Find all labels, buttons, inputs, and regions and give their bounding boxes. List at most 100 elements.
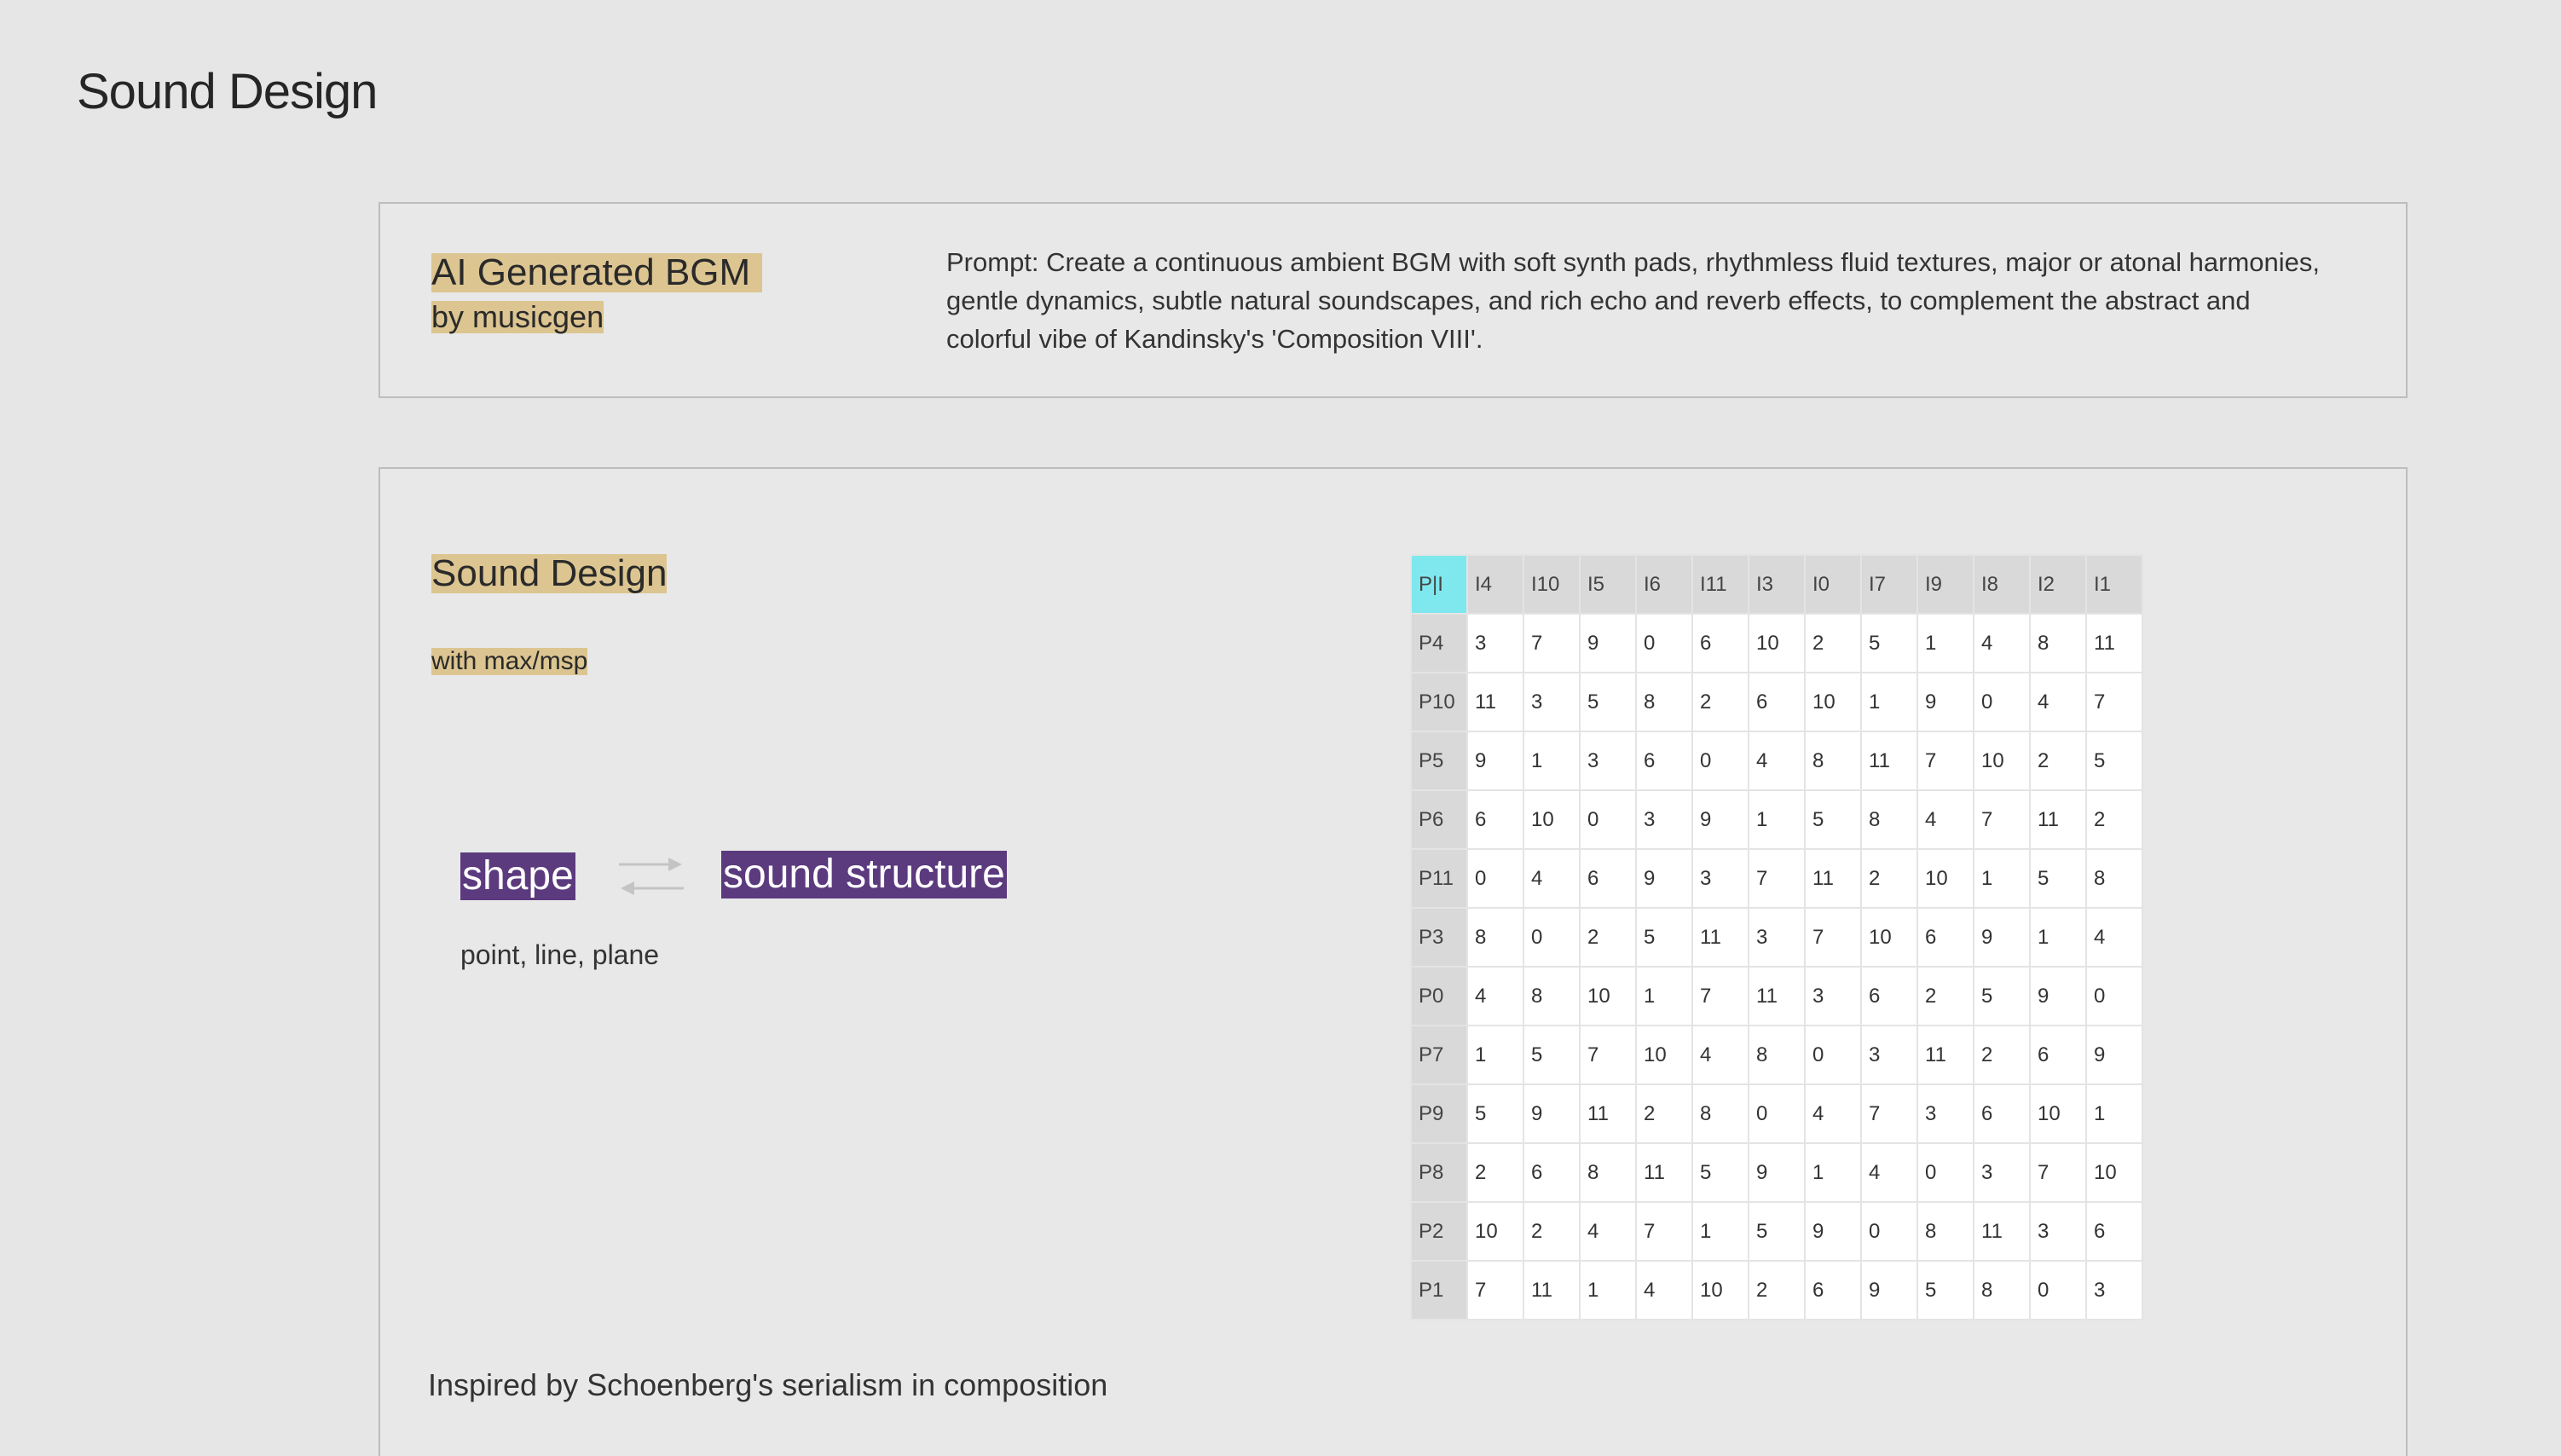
matrix-cell: 4 (1748, 731, 1806, 791)
elements-label: point, line, plane (460, 939, 660, 970)
matrix-cell: 0 (1466, 848, 1524, 909)
matrix-cell: 3 (1466, 613, 1524, 673)
matrix-cell: 7 (2085, 672, 2143, 732)
matrix-cell: 9 (1973, 907, 2031, 968)
matrix-cell: 7 (1916, 731, 1974, 791)
matrix-row: P0 4 8 10 1 7 11 3 6 2 5 9 0 (1410, 966, 2143, 1026)
matrix-column-header: I8 (1973, 554, 2031, 615)
matrix-cell: 6 (1579, 848, 1637, 909)
matrix-cell: 1 (1466, 1025, 1524, 1085)
matrix-row: P7 1 5 7 10 4 8 0 3 11 2 6 9 (1410, 1025, 2143, 1085)
matrix-cell: 0 (1973, 672, 2031, 732)
matrix-cell: 9 (2085, 1025, 2143, 1085)
matrix-cell: 7 (1466, 1260, 1524, 1320)
matrix-cell: 0 (1860, 1201, 1918, 1262)
matrix-cell: 4 (1973, 613, 2031, 673)
matrix-cell: 8 (1466, 907, 1524, 968)
matrix-cell: 5 (2029, 848, 2087, 909)
matrix-cell: 0 (1916, 1142, 1974, 1203)
matrix-cell: 7 (1635, 1201, 1693, 1262)
matrix-cell: 3 (1916, 1083, 1974, 1144)
matrix-row-header: P8 (1410, 1142, 1468, 1203)
matrix-cell: 3 (1748, 907, 1806, 968)
matrix-cell: 2 (2085, 789, 2143, 850)
matrix-cell: 8 (1860, 789, 1918, 850)
matrix-row: P9 5 9 11 2 8 0 4 7 3 6 10 1 (1410, 1083, 2143, 1144)
matrix-row: P8 2 6 8 11 5 9 1 4 0 3 7 10 (1410, 1142, 2143, 1203)
matrix-cell: 5 (1804, 789, 1862, 850)
matrix-cell: 9 (1466, 731, 1524, 791)
matrix-cell: 11 (1860, 731, 1918, 791)
matrix-row-header: P4 (1410, 613, 1468, 673)
matrix-cell: 1 (1804, 1142, 1862, 1203)
matrix-corner-cell: P|I (1410, 554, 1468, 615)
matrix-cell: 8 (2085, 848, 2143, 909)
matrix-cell: 8 (1916, 1201, 1974, 1262)
matrix-row-header: P7 (1410, 1025, 1468, 1085)
matrix-cell: 1 (1691, 1201, 1749, 1262)
matrix-cell: 5 (1579, 672, 1637, 732)
matrix-row-header: P5 (1410, 731, 1468, 791)
matrix-cell: 7 (1523, 613, 1581, 673)
matrix-cell: 8 (1523, 966, 1581, 1026)
matrix-column-header: I4 (1466, 554, 1524, 615)
matrix-cell: 10 (1579, 966, 1637, 1026)
matrix-row-header: P11 (1410, 848, 1468, 909)
matrix-cell: 10 (2085, 1142, 2143, 1203)
matrix-cell: 11 (1973, 1201, 2031, 1262)
matrix-column-header: I10 (1523, 554, 1581, 615)
matrix-cell: 1 (2085, 1083, 2143, 1144)
matrix-cell: 10 (1635, 1025, 1693, 1085)
matrix-cell: 3 (1523, 672, 1581, 732)
matrix-cell: 0 (1804, 1025, 1862, 1085)
matrix-cell: 8 (1691, 1083, 1749, 1144)
matrix-cell: 8 (1973, 1260, 2031, 1320)
matrix-cell: 10 (1748, 613, 1806, 673)
matrix-cell: 6 (1860, 966, 1918, 1026)
matrix-cell: 7 (1860, 1083, 1918, 1144)
matrix-cell: 10 (2029, 1083, 2087, 1144)
matrix-cell: 3 (1804, 966, 1862, 1026)
matrix-cell: 4 (1523, 848, 1581, 909)
matrix-column-header: I0 (1804, 554, 1862, 615)
matrix-cell: 2 (1523, 1201, 1581, 1262)
matrix-cell: 1 (1748, 789, 1806, 850)
matrix-cell: 5 (1916, 1260, 1974, 1320)
shape-chip: shape (460, 852, 575, 900)
matrix-cell: 0 (2029, 1260, 2087, 1320)
matrix-cell: 4 (1804, 1083, 1862, 1144)
matrix-cell: 6 (2029, 1025, 2087, 1085)
matrix-cell: 7 (2029, 1142, 2087, 1203)
matrix-cell: 0 (1635, 613, 1693, 673)
matrix-cell: 9 (1804, 1201, 1862, 1262)
matrix-row-header: P6 (1410, 789, 1468, 850)
matrix-cell: 10 (1466, 1201, 1524, 1262)
matrix-row: P4 3 7 9 0 6 10 2 5 1 4 8 11 (1410, 613, 2143, 673)
matrix-column-header: I1 (2085, 554, 2143, 615)
matrix-cell: 2 (1973, 1025, 2031, 1085)
matrix-cell: 2 (1804, 613, 1862, 673)
matrix-cell: 4 (1466, 966, 1524, 1026)
inspiration-note: Inspired by Schoenberg's serialism in co… (428, 1367, 1108, 1402)
matrix-cell: 2 (1748, 1260, 1806, 1320)
matrix-cell: 6 (2085, 1201, 2143, 1262)
matrix-cell: 6 (1916, 907, 1974, 968)
matrix-row-header: P10 (1410, 672, 1468, 732)
matrix-cell: 3 (2029, 1201, 2087, 1262)
sound-design-subtitle: with max/msp (431, 647, 588, 675)
matrix-cell: 9 (1635, 848, 1693, 909)
matrix-cell: 5 (1973, 966, 2031, 1026)
matrix-cell: 9 (1523, 1083, 1581, 1144)
matrix-cell: 9 (2029, 966, 2087, 1026)
matrix-cell: 2 (1466, 1142, 1524, 1203)
matrix-cell: 4 (2029, 672, 2087, 732)
matrix-cell: 1 (1973, 848, 2031, 909)
matrix-cell: 7 (1579, 1025, 1637, 1085)
matrix-cell: 8 (2029, 613, 2087, 673)
matrix-cell: 10 (1916, 848, 1974, 909)
matrix-row: P11 0 4 6 9 3 7 11 2 10 1 5 8 (1410, 848, 2143, 909)
matrix-cell: 3 (1860, 1025, 1918, 1085)
matrix-header-row: P|I I4 I10 I5 I6 I11 I3 I0 I7 I9 I8 I2 I1 (1410, 554, 2143, 615)
matrix-cell: 6 (1973, 1083, 2031, 1144)
sound-design-panel: Sound Design with max/msp shape sound st… (379, 467, 2408, 1456)
